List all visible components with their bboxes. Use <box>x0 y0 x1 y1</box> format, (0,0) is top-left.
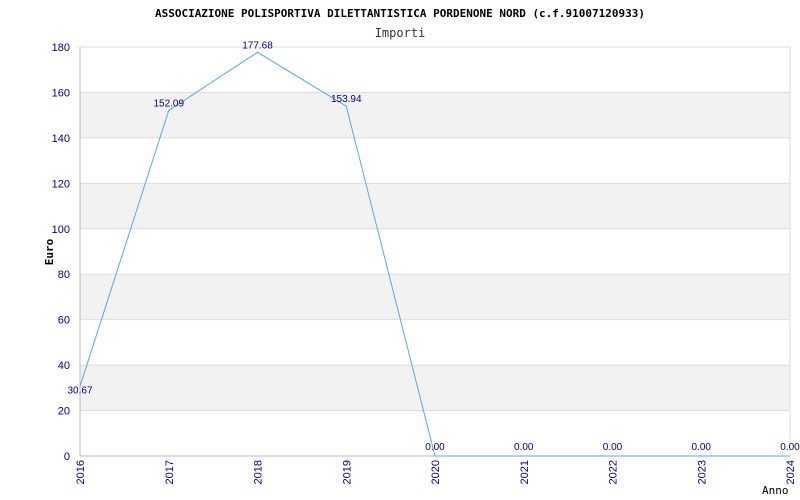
background-bands <box>80 92 790 411</box>
data-point <box>345 105 347 107</box>
y-tick-label: 140 <box>52 133 70 145</box>
x-tick-label: 2017 <box>164 460 176 484</box>
data-point <box>789 455 791 457</box>
y-tick-label: 160 <box>52 87 70 99</box>
data-point <box>434 455 436 457</box>
y-tick-label: 100 <box>52 224 70 236</box>
y-tick-label: 80 <box>58 269 70 281</box>
x-axis-label: Anno <box>762 484 789 497</box>
background-band <box>80 274 790 320</box>
data-label: 0.00 <box>780 442 800 453</box>
data-label: 0.00 <box>603 442 623 453</box>
data-label: 0.00 <box>514 442 534 453</box>
line-chart: 020406080100120140160180 2016 2017 2018 201… <box>43 7 800 497</box>
x-tick-label: 2018 <box>253 460 265 484</box>
x-tick-label: 2020 <box>430 460 442 484</box>
y-tick-label: 120 <box>52 178 70 190</box>
y-tick-label: 20 <box>58 406 70 418</box>
data-label: 0.00 <box>425 442 445 453</box>
data-point <box>700 455 702 457</box>
data-label: 153.94 <box>331 94 362 105</box>
x-tick-label: 2023 <box>696 460 708 484</box>
x-tick-label: 2022 <box>608 460 620 484</box>
data-point <box>612 455 613 457</box>
x-tick-label: 2024 <box>785 460 797 484</box>
data-label: 30.67 <box>67 385 92 396</box>
data-label: 177.68 <box>242 40 273 51</box>
chart-subtitle: Importi <box>375 26 426 40</box>
y-tick-label: 40 <box>58 360 70 372</box>
x-tick-label: 2021 <box>519 460 531 484</box>
background-band <box>80 365 790 411</box>
data-point <box>168 109 170 111</box>
y-axis-label: Euro <box>43 238 56 265</box>
chart-title: ASSOCIAZIONE POLISPORTIVA DILETTANTISTIC… <box>155 7 645 20</box>
x-tick-label: 2016 <box>75 460 87 484</box>
y-tick-label: 60 <box>58 315 70 327</box>
y-tick-label: 0 <box>64 451 70 463</box>
data-label: 152.09 <box>153 98 184 109</box>
background-band <box>80 183 790 229</box>
data-label: 0.00 <box>692 442 712 453</box>
x-tick-label: 2019 <box>341 460 353 484</box>
y-tick-label: 180 <box>52 42 70 54</box>
data-point <box>257 51 258 53</box>
data-point <box>523 455 525 457</box>
x-tick-labels: 2016 2017 2018 2019 2020 2021 2022 2023 2024 <box>75 460 797 484</box>
